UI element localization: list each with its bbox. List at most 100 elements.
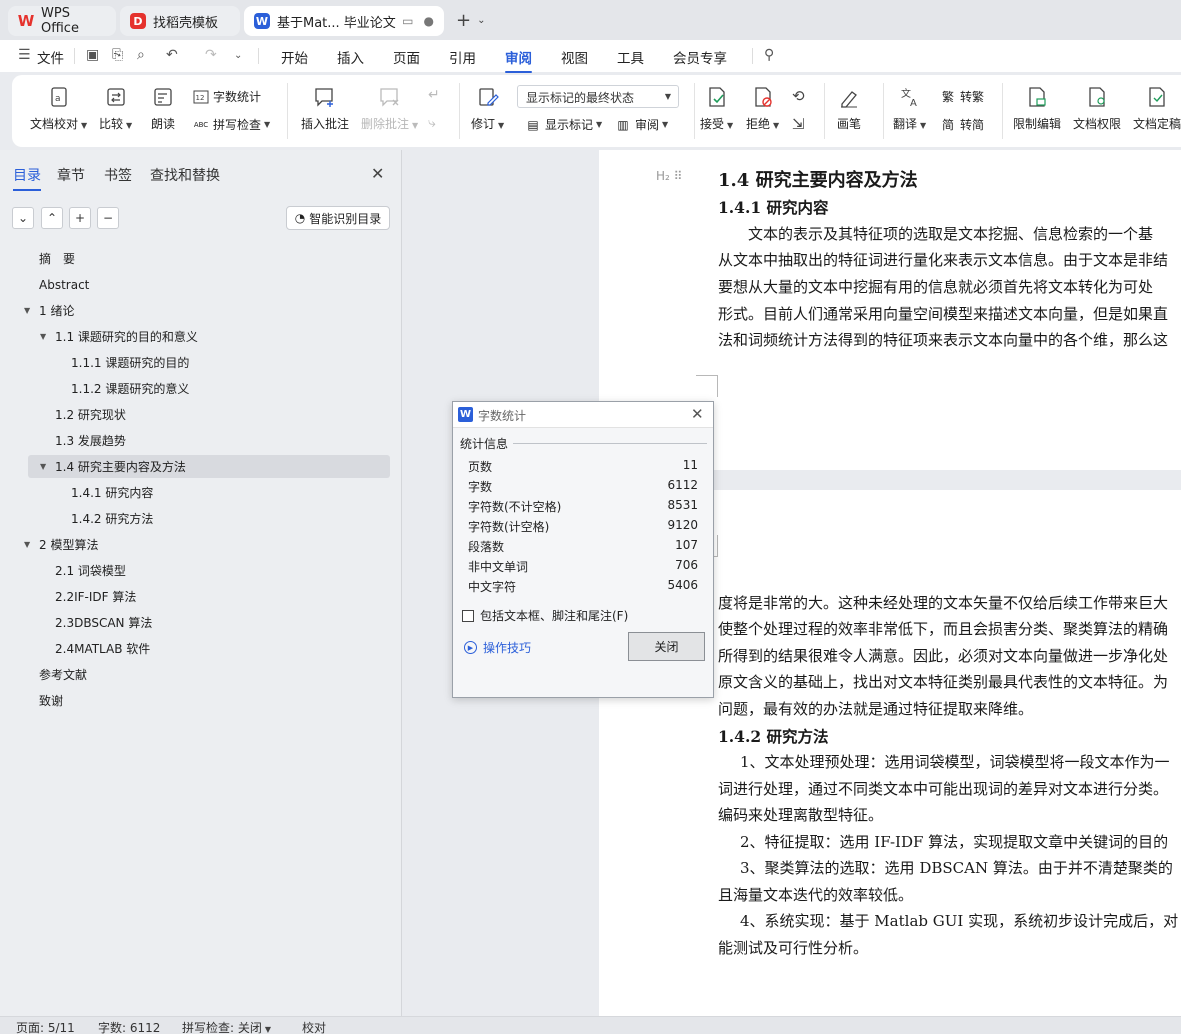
- toc-item[interactable]: 2.4MATLAB 软件: [55, 638, 150, 660]
- print-preview-icon[interactable]: ⌕: [137, 47, 145, 63]
- close-button[interactable]: 关闭: [628, 632, 705, 661]
- toc-item[interactable]: Abstract: [39, 274, 89, 296]
- next-change-icon[interactable]: ⇲: [792, 115, 805, 133]
- toc-item[interactable]: 参考文献: [39, 664, 87, 686]
- toc-item[interactable]: 1.1.2 课题研究的意义: [71, 378, 189, 400]
- collapse-arrow-icon[interactable]: ▼: [40, 456, 46, 478]
- minus-icon[interactable]: −: [97, 207, 119, 229]
- dialog-title: 字数统计: [478, 409, 527, 423]
- insert-comment-button[interactable]: 插入批注: [301, 85, 349, 132]
- menu-insert[interactable]: 插入: [337, 47, 364, 67]
- track-changes-button[interactable]: 修订 ▼: [471, 85, 504, 132]
- stat-value: 107: [675, 538, 698, 552]
- collapse-arrow-icon[interactable]: ▼: [24, 534, 30, 556]
- chevron-down-icon[interactable]: ⌄: [12, 207, 34, 229]
- tab-document[interactable]: W 基于Mat... 毕业论文 ▭ ●: [244, 6, 444, 36]
- toc-item[interactable]: 摘 要: [39, 248, 75, 270]
- save-icon[interactable]: ▣: [86, 47, 99, 63]
- chevron-up-icon[interactable]: ⌃: [41, 207, 63, 229]
- tab-wps-office[interactable]: W WPS Office: [8, 6, 116, 36]
- word-count-button[interactable]: 12 字数统计: [193, 88, 261, 105]
- page-indicator[interactable]: 页面: 5/11: [16, 1019, 75, 1034]
- menu-home[interactable]: 开始: [281, 47, 308, 67]
- doc-proof-button[interactable]: a 文档校对 ▼: [30, 85, 87, 132]
- menu-member[interactable]: 会员专享: [673, 47, 727, 67]
- undo-icon[interactable]: ↶: [166, 47, 178, 63]
- track-changes-icon: [476, 85, 500, 109]
- compare-button[interactable]: 比较 ▼: [99, 85, 132, 132]
- toc-item[interactable]: 1.2 研究现状: [55, 404, 126, 426]
- doc-finalize-button[interactable]: 文档定稿: [1133, 85, 1181, 132]
- new-tab-button[interactable]: + ⌄: [456, 10, 485, 31]
- divider: [694, 83, 695, 139]
- prev-change-icon[interactable]: ⟲: [792, 87, 805, 105]
- markup-mode-select[interactable]: 显示标记的最终状态 ▼: [517, 85, 679, 108]
- window-icon[interactable]: ▭: [402, 14, 413, 28]
- toc-item-active[interactable]: ▼ 1.4 研究主要内容及方法: [40, 456, 186, 478]
- close-icon[interactable]: ✕: [691, 405, 704, 423]
- tab-find-replace[interactable]: 查找和替换: [150, 165, 220, 185]
- doc-permission-button[interactable]: 文档权限: [1073, 85, 1121, 132]
- toc-item[interactable]: 2.2IF-IDF 算法: [55, 586, 136, 608]
- next-comment-icon[interactable]: ⤷: [428, 115, 436, 131]
- toc-item[interactable]: 致谢: [39, 690, 63, 712]
- restrict-edit-button[interactable]: 限制编辑: [1013, 85, 1061, 132]
- menu-page[interactable]: 页面: [393, 47, 420, 67]
- toc-item[interactable]: 1.3 发展趋势: [55, 430, 126, 452]
- word-count-icon: 12: [193, 89, 209, 105]
- toc-item[interactable]: ▼ 1.1 课题研究的目的和意义: [40, 326, 198, 348]
- pen-button[interactable]: 画笔: [837, 85, 861, 132]
- menu-references[interactable]: 引用: [449, 47, 476, 67]
- plus-icon[interactable]: +: [69, 207, 91, 229]
- word-count-indicator[interactable]: 字数: 6112: [98, 1019, 160, 1034]
- smart-toc-button[interactable]: ◔ 智能识别目录: [286, 206, 390, 230]
- delete-comment-button[interactable]: 删除批注 ▼: [361, 85, 418, 132]
- search-icon[interactable]: ⚲: [764, 47, 774, 63]
- tab-toc[interactable]: 目录: [13, 165, 41, 191]
- prev-comment-icon[interactable]: ↵: [428, 87, 440, 103]
- toc-item[interactable]: 2.3DBSCAN 算法: [55, 612, 152, 634]
- toc-item[interactable]: 1.1.1 课题研究的目的: [71, 352, 189, 374]
- tab-bookmarks[interactable]: 书签: [104, 165, 132, 185]
- to-simplified-button[interactable]: 简 转简: [940, 116, 984, 133]
- review-pane-button[interactable]: ▥ 审阅 ▼: [615, 116, 668, 133]
- dialog-titlebar[interactable]: W 字数统计 ✕: [453, 402, 713, 428]
- share-icon[interactable]: ⎘: [112, 47, 123, 63]
- proofread-indicator[interactable]: 校对: [302, 1019, 326, 1034]
- compare-icon: [104, 85, 128, 109]
- translate-button[interactable]: 文A 翻译 ▼: [893, 85, 926, 132]
- heading-level-icon[interactable]: H₂ ⠿: [656, 169, 682, 183]
- spell-check-indicator[interactable]: 拼写检查: 关闭 ▼: [182, 1019, 271, 1034]
- redo-icon[interactable]: ↷: [205, 47, 217, 63]
- collapse-arrow-icon[interactable]: ▼: [24, 300, 30, 322]
- include-textbox-checkbox[interactable]: 包括文本框、脚注和尾注(F): [462, 607, 628, 624]
- tips-link[interactable]: ▶ 操作技巧: [464, 639, 531, 656]
- chevron-down-icon[interactable]: ⌄: [234, 50, 242, 61]
- tab-template[interactable]: D 找稻壳模板: [120, 6, 240, 36]
- toc-item[interactable]: ▼ 2 模型算法: [24, 534, 98, 556]
- menu-file[interactable]: 文件: [37, 47, 64, 67]
- menu-view[interactable]: 视图: [561, 47, 588, 67]
- menu-tools[interactable]: 工具: [617, 47, 644, 67]
- word-count-dialog: W 字数统计 ✕ 统计信息 页数 11 字数 6112 字符数(不计空格) 8531 …: [452, 401, 714, 698]
- read-aloud-button[interactable]: 朗读: [151, 85, 175, 132]
- accept-button[interactable]: 接受 ▼: [700, 85, 733, 132]
- collapse-arrow-icon[interactable]: ▼: [40, 326, 46, 348]
- menu-review[interactable]: 审阅: [505, 47, 532, 73]
- tab-sections[interactable]: 章节: [57, 165, 85, 185]
- toc-item[interactable]: ▼ 1 绪论: [24, 300, 74, 322]
- to-traditional-button[interactable]: 繁 转繁: [940, 88, 984, 105]
- stat-row: 中文字符 5406: [468, 578, 698, 598]
- accept-label: 接受: [700, 117, 725, 131]
- checkbox-box[interactable]: [462, 609, 474, 622]
- toc-item[interactable]: 2.1 词袋模型: [55, 560, 126, 582]
- toc-item[interactable]: 1.4.2 研究方法: [71, 508, 153, 530]
- spell-check-button[interactable]: ABC 拼写检查 ▼: [193, 116, 270, 133]
- reject-button[interactable]: 拒绝 ▼: [746, 85, 779, 132]
- unsaved-dot-icon[interactable]: ●: [424, 14, 434, 28]
- close-icon[interactable]: ✕: [371, 164, 384, 183]
- show-markup-button[interactable]: ▤ 显示标记 ▼: [525, 116, 602, 133]
- stat-row: 字数 6112: [468, 478, 698, 498]
- hamburger-icon[interactable]: ☰: [18, 47, 31, 63]
- toc-item[interactable]: 1.4.1 研究内容: [71, 482, 153, 504]
